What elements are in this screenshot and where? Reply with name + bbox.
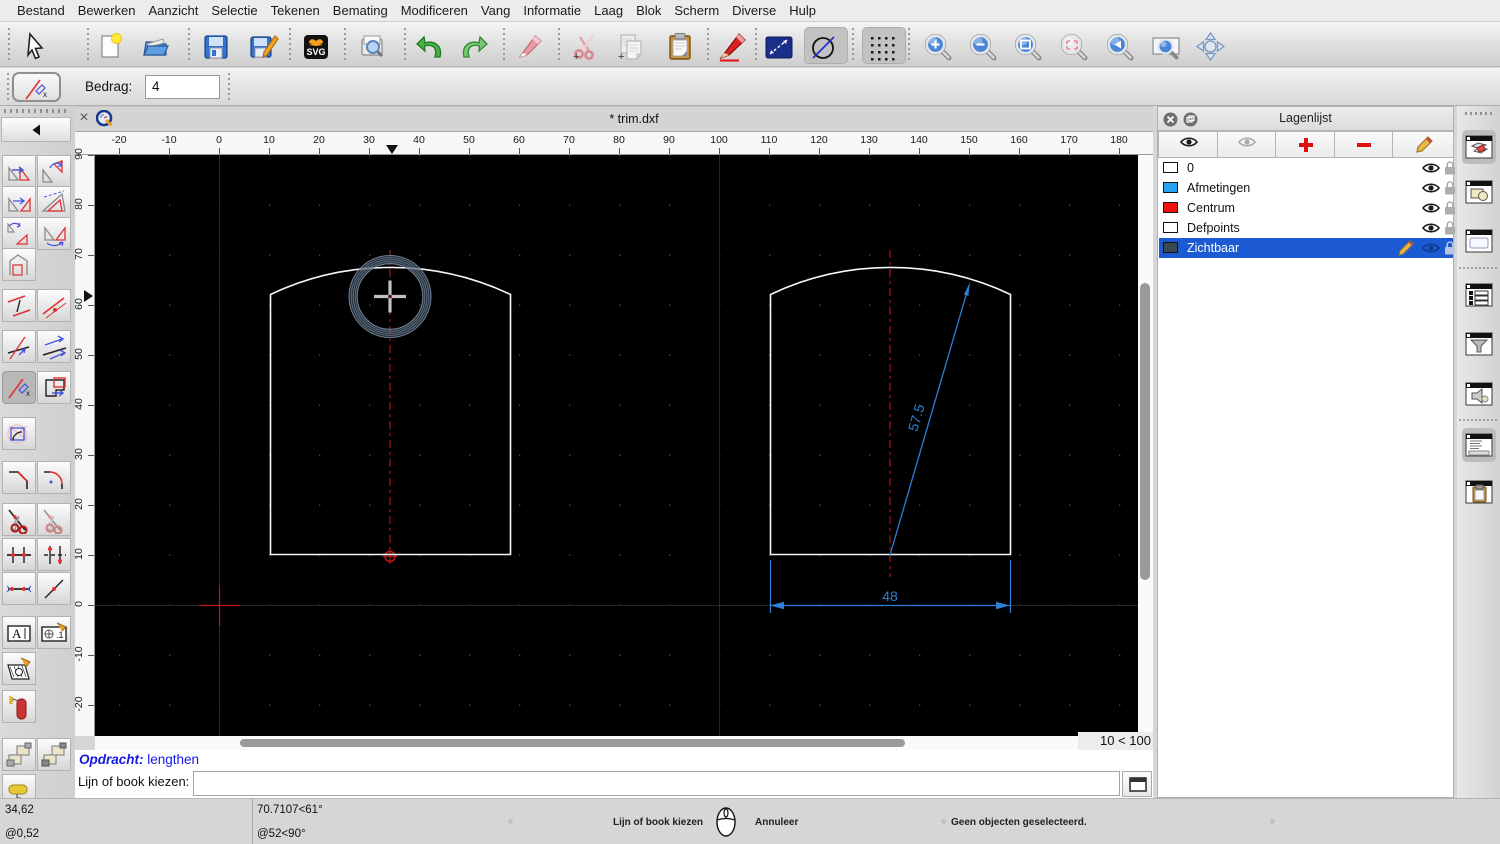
- svg-text:48: 48: [882, 588, 898, 604]
- svg-text:A: A: [12, 626, 22, 641]
- svg-text:+: +: [573, 51, 579, 63]
- svg-text:+: +: [618, 51, 624, 63]
- svg-text:.1: .1: [56, 630, 64, 640]
- svg-text:SVG: SVG: [306, 47, 325, 57]
- svg-text:x: x: [26, 389, 30, 398]
- svg-text:x: x: [43, 90, 47, 99]
